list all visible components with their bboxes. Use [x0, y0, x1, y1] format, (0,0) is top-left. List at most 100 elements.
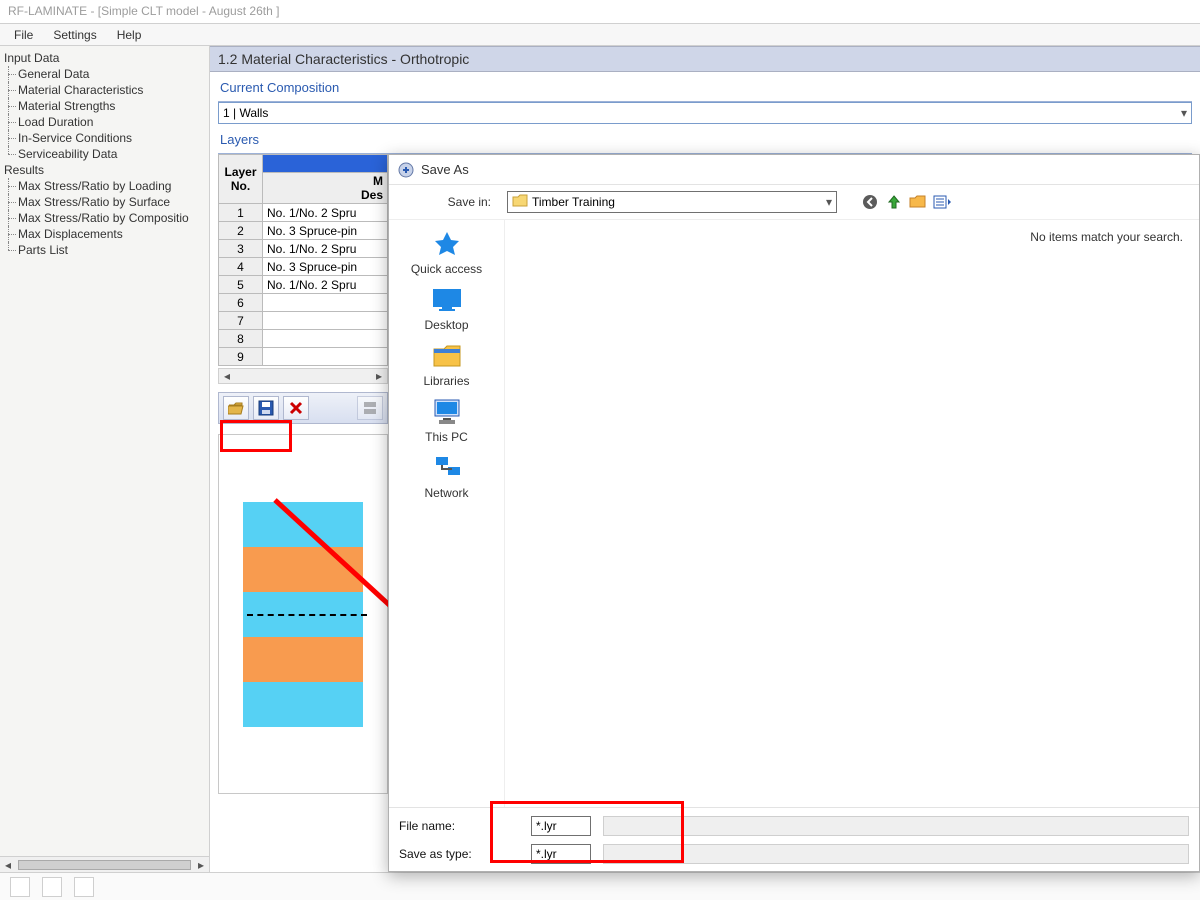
new-folder-icon[interactable] [909, 194, 927, 210]
layer-material: No. 3 Spruce-pin [263, 258, 388, 276]
tree-item-material-characteristics[interactable]: Material Characteristics [2, 82, 207, 98]
tree-root-input[interactable]: Input Data [2, 50, 207, 66]
layer-number: 6 [219, 294, 263, 312]
savein-value: Timber Training [532, 195, 615, 209]
tree-item-maxstress-surface[interactable]: Max Stress/Ratio by Surface [2, 194, 207, 210]
chevron-down-icon: ▾ [826, 195, 832, 209]
layer-number: 7 [219, 312, 263, 330]
menu-settings[interactable]: Settings [43, 26, 106, 44]
layer-material: No. 1/No. 2 Spru [263, 240, 388, 258]
dialog-toolbar: Save in: Timber Training ▾ [389, 185, 1199, 219]
tree-root-results[interactable]: Results [2, 162, 207, 178]
scroll-left-icon[interactable]: ◂ [219, 369, 235, 383]
table-row[interactable]: 3No. 1/No. 2 Spru [219, 240, 388, 258]
table-row[interactable]: 2No. 3 Spruce-pin [219, 222, 388, 240]
col-selector[interactable] [263, 155, 388, 173]
table-row[interactable]: 6 [219, 294, 388, 312]
quickaccess-icon [433, 230, 461, 258]
table-row[interactable]: 7 [219, 312, 388, 330]
delete-layers-button[interactable] [283, 396, 309, 420]
dialog-title: Save As [421, 162, 469, 177]
delete-x-icon [289, 401, 303, 415]
tree-item-parts-list[interactable]: Parts List [2, 242, 207, 258]
thispc-icon [431, 398, 463, 426]
layer-material: No. 3 Spruce-pin [263, 222, 388, 240]
save-layers-button[interactable] [253, 396, 279, 420]
tree-item-serviceability[interactable]: Serviceability Data [2, 146, 207, 162]
savetype-value: *.lyr [536, 847, 557, 861]
section-title: 1.2 Material Characteristics - Orthotrop… [210, 46, 1200, 72]
file-listing[interactable]: No items match your search. [505, 220, 1199, 807]
app-bottom-toolbar [0, 872, 1200, 900]
empty-message: No items match your search. [1030, 230, 1183, 244]
savetype-rest [603, 844, 1189, 864]
place-libraries[interactable]: Libraries [389, 338, 504, 388]
dialog-bottom: File name: Save as type: *.lyr [389, 807, 1199, 871]
layer-number: 5 [219, 276, 263, 294]
views-icon[interactable] [933, 194, 951, 210]
bottom-btn-3[interactable] [74, 877, 94, 897]
tree-hscroll[interactable]: ◂ ▸ [0, 856, 209, 872]
tree-item-max-displacements[interactable]: Max Displacements [2, 226, 207, 242]
layer-number: 2 [219, 222, 263, 240]
table-row[interactable]: 8 [219, 330, 388, 348]
save-dialog-icon [397, 161, 415, 179]
dialog-titlebar: Save As [389, 155, 1199, 185]
bottom-btn-2[interactable] [42, 877, 62, 897]
table-row[interactable]: 5No. 1/No. 2 Spru [219, 276, 388, 294]
tree-item-inservice[interactable]: In-Service Conditions [2, 130, 207, 146]
layer-number: 9 [219, 348, 263, 366]
desktop-icon [431, 287, 463, 313]
places-bar: Quick access Desktop Libraries This PC N… [389, 220, 505, 807]
scroll-left-icon[interactable]: ◂ [0, 858, 16, 872]
bottom-btn-1[interactable] [10, 877, 30, 897]
tree-item-load-duration[interactable]: Load Duration [2, 114, 207, 130]
savetype-combo[interactable]: *.lyr [531, 844, 591, 864]
current-composition-combo[interactable]: 1 | Walls ▾ [218, 102, 1192, 124]
tree-item-maxstress-loading[interactable]: Max Stress/Ratio by Loading [2, 178, 207, 194]
col-layer-no: LayerNo. [219, 155, 263, 204]
place-network[interactable]: Network [389, 450, 504, 500]
scroll-thumb[interactable] [18, 860, 191, 870]
layers-label: Layers [218, 130, 1192, 154]
layer-number: 1 [219, 204, 263, 222]
layers-hscroll[interactable]: ◂ ▸ [218, 368, 388, 384]
table-row[interactable]: 1No. 1/No. 2 Spru [219, 204, 388, 222]
layer-number: 4 [219, 258, 263, 276]
col-material: MDes [263, 173, 388, 204]
stack-icon [363, 401, 377, 415]
preview-layer-5 [243, 682, 363, 727]
menu-file[interactable]: File [4, 26, 43, 44]
filename-rest [603, 816, 1189, 836]
table-row[interactable]: 9 [219, 348, 388, 366]
network-icon [432, 455, 462, 481]
scroll-right-icon[interactable]: ▸ [371, 369, 387, 383]
scroll-right-icon[interactable]: ▸ [193, 858, 209, 872]
folder-icon [512, 194, 528, 210]
filename-label: File name: [399, 819, 519, 833]
dialog-nav-icons [861, 194, 951, 210]
filename-input[interactable] [531, 816, 591, 836]
up-icon[interactable] [885, 194, 903, 210]
layer-material: No. 1/No. 2 Spru [263, 276, 388, 294]
tree-item-material-strengths[interactable]: Material Strengths [2, 98, 207, 114]
layer-material: No. 1/No. 2 Spru [263, 204, 388, 222]
savein-combo[interactable]: Timber Training ▾ [507, 191, 837, 213]
menu-bar: File Settings Help [0, 24, 1200, 46]
more-layers-button[interactable] [357, 396, 383, 420]
tree-item-general[interactable]: General Data [2, 66, 207, 82]
layer-preview [218, 434, 388, 794]
open-layers-button[interactable] [223, 396, 249, 420]
layers-toolbar [218, 392, 388, 424]
layer-number: 3 [219, 240, 263, 258]
current-composition-label: Current Composition [218, 78, 1192, 102]
layer-material [263, 312, 388, 330]
menu-help[interactable]: Help [107, 26, 152, 44]
back-icon[interactable] [861, 194, 879, 210]
savetype-label: Save as type: [399, 847, 519, 861]
place-desktop[interactable]: Desktop [389, 282, 504, 332]
table-row[interactable]: 4No. 3 Spruce-pin [219, 258, 388, 276]
place-thispc[interactable]: This PC [389, 394, 504, 444]
tree-item-maxstress-compo[interactable]: Max Stress/Ratio by Compositio [2, 210, 207, 226]
place-quickaccess[interactable]: Quick access [389, 226, 504, 276]
